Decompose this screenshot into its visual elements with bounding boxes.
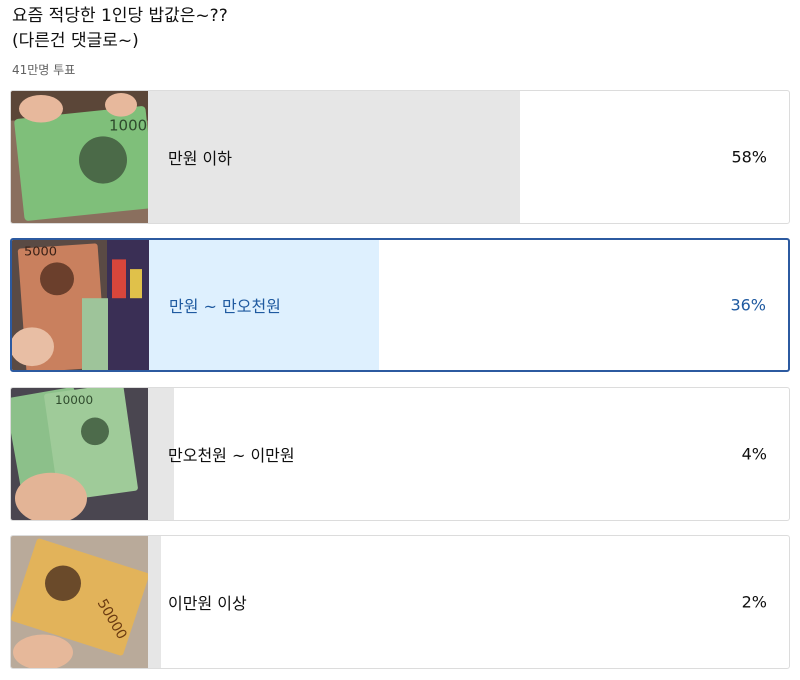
svg-text:5000: 5000: [24, 245, 57, 260]
vote-count: 41만명 투표: [12, 63, 76, 77]
poll-header: 요즘 적당한 1인당 밥값은~?? (다른건 댓글로~) 41만명 투표: [12, 4, 788, 78]
poll-option-4[interactable]: 50000 이만원 이상 2%: [10, 535, 790, 669]
poll-question: 요즘 적당한 1인당 밥값은~?? (다른건 댓글로~): [12, 6, 228, 51]
option-1-image: 10000: [11, 91, 148, 223]
option-4-percent: 2%: [741, 592, 767, 612]
option-2-percent: 36%: [730, 295, 766, 315]
svg-text:10000: 10000: [109, 117, 148, 135]
option-4-label: 이만원 이상: [168, 594, 247, 613]
option-2-image: 5000: [12, 240, 149, 370]
option-3-percent: 4%: [741, 444, 767, 464]
poll-option-3[interactable]: 10000 만오천원 ~ 이만원 4%: [10, 387, 790, 521]
option-1-percent: 58%: [731, 147, 767, 167]
option-4-result-bar: [148, 536, 161, 668]
svg-text:10000: 10000: [55, 393, 93, 407]
poll-option-2[interactable]: 5000 만원 ~ 만오천원 36%: [10, 238, 790, 372]
option-3-image: 10000: [11, 388, 148, 520]
option-4-image: 50000: [11, 536, 148, 668]
option-1-label: 만원 이하: [168, 149, 232, 168]
option-2-label: 만원 ~ 만오천원: [169, 297, 281, 316]
option-3-label: 만오천원 ~ 이만원: [168, 446, 295, 465]
poll-option-1[interactable]: 10000 만원 이하 58%: [10, 90, 790, 224]
